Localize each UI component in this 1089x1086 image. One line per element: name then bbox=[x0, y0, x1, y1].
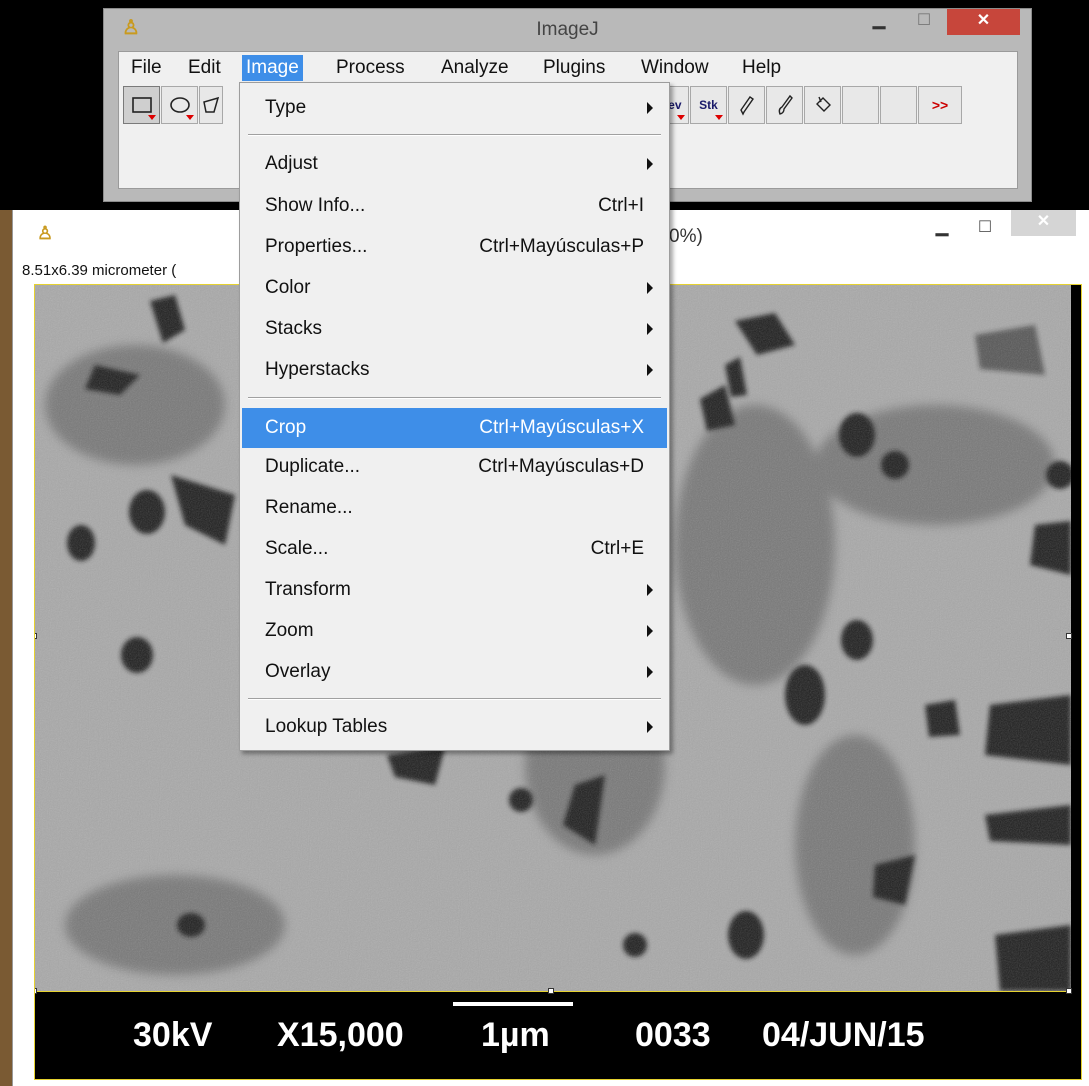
menu-item-label: Color bbox=[265, 277, 311, 298]
close-button[interactable]: ✕ bbox=[1011, 210, 1076, 236]
menu-item-lookup-tables[interactable]: Lookup Tables bbox=[242, 710, 667, 744]
menu-item-shortcut: Ctrl+E bbox=[590, 538, 644, 559]
menu-item-label: Show Info... bbox=[265, 195, 366, 216]
minimize-button[interactable]: ▁ bbox=[862, 9, 896, 35]
menu-image[interactable]: Image bbox=[242, 55, 303, 81]
submenu-arrow-icon bbox=[647, 666, 653, 678]
sem-data-bar: 30kV X15,000 1µm 0033 04/JUN/15 bbox=[35, 991, 1071, 1077]
menu-separator bbox=[248, 698, 661, 700]
stack-menu-button[interactable]: Stk bbox=[690, 86, 727, 124]
flood-fill-tool-icon[interactable] bbox=[804, 86, 841, 124]
menu-item-hyperstacks[interactable]: Hyperstacks bbox=[242, 353, 667, 387]
menu-item-label: Scale... bbox=[265, 538, 329, 559]
menu-item-zoom[interactable]: Zoom bbox=[242, 614, 667, 648]
menu-item-duplicate[interactable]: Duplicate... Ctrl+Mayúsculas+D bbox=[242, 450, 667, 484]
submenu-arrow-icon bbox=[647, 584, 653, 596]
menu-item-label: Stacks bbox=[265, 318, 323, 339]
selection-handle[interactable] bbox=[548, 988, 554, 994]
submenu-arrow-icon bbox=[647, 323, 653, 335]
image-window-title: 0%) bbox=[669, 226, 703, 247]
menu-item-label: Hyperstacks bbox=[265, 359, 370, 380]
menu-item-show-info[interactable]: Show Info... Ctrl+I bbox=[242, 189, 667, 223]
maximize-button[interactable]: ☐ bbox=[907, 9, 941, 35]
menu-item-rename[interactable]: Rename... bbox=[242, 491, 667, 525]
desktop-background-left bbox=[0, 210, 12, 1086]
menu-item-overlay[interactable]: Overlay bbox=[242, 655, 667, 689]
capture-date: 04/JUN/15 bbox=[762, 1016, 925, 1054]
selection-handle[interactable] bbox=[1066, 988, 1072, 994]
polygon-tool-icon[interactable] bbox=[199, 86, 223, 124]
submenu-arrow-icon bbox=[647, 625, 653, 637]
menu-item-label: Overlay bbox=[265, 661, 331, 682]
menu-item-crop[interactable]: Crop Ctrl+Mayúsculas+X bbox=[242, 408, 667, 448]
imagej-microscope-icon: ♙ bbox=[37, 223, 54, 243]
image-number: 0033 bbox=[635, 1016, 711, 1054]
image-info-line: 8.51x6.39 micrometer ( bbox=[22, 262, 177, 279]
menu-separator bbox=[248, 134, 661, 136]
selection-handle[interactable] bbox=[35, 633, 37, 639]
more-tools-button[interactable]: >> bbox=[918, 86, 962, 124]
scale-bar bbox=[453, 1002, 573, 1006]
menu-item-label: Lookup Tables bbox=[265, 716, 388, 737]
menu-separator bbox=[248, 397, 661, 399]
menu-item-adjust[interactable]: Adjust bbox=[242, 147, 667, 181]
menu-item-transform[interactable]: Transform bbox=[242, 573, 667, 607]
menu-item-label: Transform bbox=[265, 579, 351, 600]
menu-item-scale[interactable]: Scale... Ctrl+E bbox=[242, 532, 667, 566]
title-bar[interactable]: ♙ ImageJ ▁ ☐ ✕ bbox=[104, 9, 1031, 49]
menu-plugins[interactable]: Plugins bbox=[539, 55, 609, 81]
menu-item-shortcut: Ctrl+Mayúsculas+D bbox=[478, 456, 644, 477]
menu-item-stacks[interactable]: Stacks bbox=[242, 312, 667, 346]
submenu-arrow-icon bbox=[647, 102, 653, 114]
scale-label: 1µm bbox=[481, 1016, 550, 1054]
menu-item-shortcut: Ctrl+Mayúsculas+P bbox=[479, 236, 644, 257]
selection-handle[interactable] bbox=[1066, 633, 1072, 639]
menu-item-label: Properties... bbox=[265, 236, 368, 257]
magnification: X15,000 bbox=[277, 1016, 404, 1054]
close-button[interactable]: ✕ bbox=[947, 9, 1020, 35]
menu-item-label: Zoom bbox=[265, 620, 314, 641]
submenu-arrow-icon bbox=[647, 721, 653, 733]
menu-analyze[interactable]: Analyze bbox=[437, 55, 513, 81]
accelerating-voltage: 30kV bbox=[133, 1016, 213, 1054]
minimize-button[interactable]: ▁ bbox=[925, 216, 959, 242]
image-menu-dropdown: Type Adjust Show Info... Ctrl+I Properti… bbox=[239, 82, 670, 751]
menu-item-label: Adjust bbox=[265, 153, 318, 174]
maximize-button[interactable]: ☐ bbox=[968, 216, 1002, 242]
selection-handle[interactable] bbox=[35, 988, 37, 994]
submenu-arrow-icon bbox=[647, 364, 653, 376]
brush-tool-icon[interactable] bbox=[766, 86, 803, 124]
oval-tool-icon[interactable] bbox=[161, 86, 198, 124]
submenu-arrow-icon bbox=[647, 282, 653, 294]
pencil-tool-icon[interactable] bbox=[728, 86, 765, 124]
menu-help[interactable]: Help bbox=[738, 55, 785, 81]
submenu-arrow-icon bbox=[647, 158, 653, 170]
menu-item-shortcut: Ctrl+Mayúsculas+X bbox=[479, 417, 644, 438]
menu-item-label: Type bbox=[265, 97, 307, 118]
menu-bar: File Edit Image Process Analyze Plugins … bbox=[119, 52, 1017, 84]
menu-window[interactable]: Window bbox=[637, 55, 713, 81]
menu-item-label: Duplicate... bbox=[265, 456, 361, 477]
more-label: >> bbox=[931, 97, 949, 113]
menu-file[interactable]: File bbox=[127, 55, 166, 81]
menu-item-label: Crop bbox=[265, 417, 307, 438]
rectangle-tool-icon[interactable] bbox=[123, 86, 160, 124]
empty-tool-slot[interactable] bbox=[842, 86, 879, 124]
menu-item-type[interactable]: Type bbox=[242, 91, 667, 125]
menu-process[interactable]: Process bbox=[332, 55, 409, 81]
menu-item-label: Rename... bbox=[265, 497, 353, 518]
stk-label: Stk bbox=[699, 98, 718, 112]
menu-item-shortcut: Ctrl+I bbox=[598, 195, 644, 216]
empty-tool-slot[interactable] bbox=[880, 86, 917, 124]
menu-edit[interactable]: Edit bbox=[184, 55, 225, 81]
menu-item-properties[interactable]: Properties... Ctrl+Mayúsculas+P bbox=[242, 230, 667, 264]
menu-item-color[interactable]: Color bbox=[242, 271, 667, 305]
